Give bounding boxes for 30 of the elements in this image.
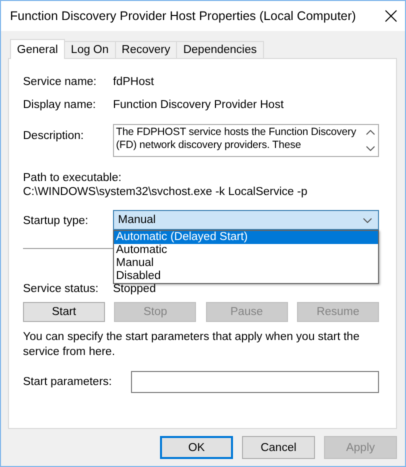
field-value: fdPHost: [113, 76, 154, 88]
dropdown-option[interactable]: Automatic (Delayed Start): [114, 231, 378, 244]
startup-type-dropdown[interactable]: Manual: [113, 210, 379, 230]
field-label: Display name:: [23, 98, 97, 110]
service-button[interactable]: Start: [23, 302, 105, 322]
close-icon[interactable]: [385, 10, 397, 22]
field-label: Service name:: [23, 76, 98, 88]
scroll-down-icon: [366, 146, 374, 151]
field-label: Path to executable:: [23, 172, 122, 184]
dialog-button[interactable]: OK: [160, 436, 233, 459]
tab[interactable]: General: [10, 39, 65, 59]
start-parameters-field[interactable]: [131, 371, 379, 393]
chevron-down-icon: [363, 218, 372, 222]
window-title: Function Discovery Provider Host Properties (Local Computer): [10, 9, 356, 23]
description-text: The FDPHOST service hosts the Function Discovery (FD) network discovery providers. These: [115, 125, 358, 153]
description-box[interactable]: The FDPHOST service hosts the Function Discovery (FD) network discovery providers. These: [113, 124, 379, 157]
path-text: C:\WINDOWS\system32\svchost.exe -k LocalService -p: [23, 186, 308, 198]
field-label: Service status:: [23, 283, 100, 295]
dropdown-option[interactable]: Manual: [114, 257, 378, 270]
tab[interactable]: Dependencies: [176, 41, 264, 59]
field-value: Function Discovery Provider Host: [113, 98, 284, 110]
dialog-button[interactable]: Cancel: [242, 436, 315, 459]
field-label: Start parameters:: [23, 376, 113, 388]
dropdown-option[interactable]: Disabled: [114, 270, 378, 283]
field-label: Description:: [23, 130, 85, 142]
field-label: Startup type:: [23, 215, 90, 227]
dropdown-option[interactable]: Automatic: [114, 244, 378, 257]
field-value: Stopped: [113, 283, 156, 295]
scroll-up-icon: [366, 130, 374, 136]
hint-text: You can specify the start parameters that apply when you start the service from here.: [23, 330, 360, 360]
